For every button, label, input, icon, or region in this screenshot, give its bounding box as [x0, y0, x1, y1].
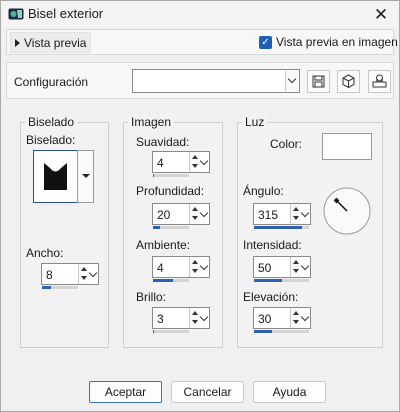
window-title: Bisel exterior — [28, 6, 104, 21]
brillo-stepper[interactable] — [189, 308, 199, 328]
preview-bar: Vista previa ✓ Vista previa en imagen — [6, 29, 398, 55]
bevel-shape-icon — [44, 163, 67, 190]
elevacion-spinner[interactable]: 30 — [253, 307, 311, 329]
imagen-group-label: Imagen — [128, 115, 175, 129]
biselado-group: Biselado Biselado: Ancho: 8 — [20, 115, 109, 348]
elevacion-label: Elevación: — [243, 290, 299, 304]
suavidad-slider[interactable] — [153, 174, 189, 177]
ambiente-value: 4 — [157, 261, 164, 275]
preview-toggle-label: Vista previa — [24, 36, 87, 50]
ancho-value: 8 — [46, 268, 53, 282]
cancel-button[interactable]: Cancelar — [171, 381, 244, 403]
angulo-value: 315 — [258, 208, 279, 222]
brillo-slider[interactable] — [153, 330, 189, 333]
luz-group: Luz Color: Ángulo: 315 Intensidad: 50 El… — [237, 115, 383, 348]
ancho-spinner[interactable]: 8 — [41, 263, 99, 285]
brillo-label: Brillo: — [136, 290, 167, 304]
preview-on-image-label: Vista previa en imagen — [276, 35, 398, 49]
suavidad-value: 4 — [157, 156, 164, 170]
save-preset-button[interactable] — [307, 70, 330, 93]
angulo-slider[interactable] — [254, 226, 309, 229]
ancho-label: Ancho: — [26, 246, 64, 260]
ambiente-slider[interactable] — [153, 279, 189, 282]
elevacion-value: 30 — [258, 312, 272, 326]
elevacion-slider[interactable] — [254, 330, 309, 333]
profundidad-slider-fill — [153, 226, 161, 229]
chevron-down-icon[interactable] — [199, 204, 209, 224]
angulo-spinner[interactable]: 315 — [253, 203, 311, 225]
angulo-slider-fill — [254, 226, 303, 229]
app-icon — [8, 8, 24, 20]
imagen-group: Imagen Suavidad: 4 Profundidad: 20 Ambie… — [123, 115, 223, 348]
dialog-window: Bisel exterior ✕ Vista previa ✓ Vista pr… — [0, 0, 400, 412]
brillo-spinner[interactable]: 3 — [152, 307, 210, 329]
profundidad-value: 20 — [157, 208, 171, 222]
randomize-icon — [372, 74, 387, 88]
expand-arrow-icon — [15, 39, 20, 47]
close-icon[interactable]: ✕ — [370, 5, 392, 25]
intensidad-spinner[interactable]: 50 — [253, 256, 311, 278]
randomize-button[interactable] — [368, 70, 391, 93]
reset-preset-button[interactable] — [337, 70, 360, 93]
ambiente-label: Ambiente: — [136, 238, 191, 252]
suavidad-spinner[interactable]: 4 — [152, 151, 210, 173]
ancho-stepper[interactable] — [78, 264, 88, 284]
biselado-shape-label: Biselado: — [26, 133, 76, 147]
accept-button[interactable]: Aceptar — [89, 381, 162, 403]
intensidad-slider[interactable] — [254, 279, 309, 282]
angulo-stepper[interactable] — [290, 204, 300, 224]
save-icon — [312, 75, 325, 88]
brillo-slider-fill — [153, 330, 155, 333]
angle-dial[interactable] — [322, 186, 372, 236]
bevel-shape-preview[interactable] — [33, 150, 78, 203]
chevron-down-icon[interactable] — [300, 204, 310, 224]
luz-group-label: Luz — [242, 115, 268, 129]
configuration-bar: Configuración — [6, 62, 394, 99]
elevacion-slider-fill — [254, 330, 273, 333]
light-color-swatch[interactable] — [322, 133, 372, 160]
ambiente-stepper[interactable] — [189, 257, 199, 277]
configuration-label: Configuración — [14, 75, 89, 89]
chevron-down-icon[interactable] — [199, 152, 209, 172]
ambiente-spinner[interactable]: 4 — [152, 256, 210, 278]
title-bar: Bisel exterior ✕ — [1, 1, 399, 29]
preview-on-image-checkbox[interactable]: ✓ — [259, 36, 272, 49]
chevron-down-icon[interactable] — [300, 257, 310, 277]
chevron-down-icon[interactable] — [199, 308, 209, 328]
color-label: Color: — [270, 137, 303, 151]
intensidad-slider-fill — [254, 279, 282, 282]
profundidad-label: Profundidad: — [136, 184, 205, 198]
intensidad-stepper[interactable] — [290, 257, 300, 277]
suavidad-label: Suavidad: — [136, 135, 190, 149]
intensidad-label: Intensidad: — [243, 238, 302, 252]
preview-toggle-button[interactable]: Vista previa — [10, 32, 92, 53]
configuration-select[interactable] — [132, 69, 300, 93]
chevron-down-icon[interactable] — [285, 71, 298, 91]
brillo-value: 3 — [157, 312, 164, 326]
profundidad-spinner[interactable]: 20 — [152, 203, 210, 225]
ambiente-slider-fill — [153, 279, 173, 282]
dropdown-arrow-icon — [82, 174, 90, 178]
suavidad-stepper[interactable] — [189, 152, 199, 172]
chevron-down-icon[interactable] — [199, 257, 209, 277]
ancho-slider[interactable] — [42, 286, 78, 289]
biselado-group-label: Biselado — [25, 115, 78, 129]
chevron-down-icon[interactable] — [88, 264, 98, 284]
chevron-down-icon[interactable] — [300, 308, 310, 328]
profundidad-slider[interactable] — [153, 226, 189, 229]
cube-icon — [342, 74, 355, 89]
bevel-shape-dropdown[interactable] — [77, 150, 94, 203]
ancho-slider-fill — [42, 286, 51, 289]
intensidad-value: 50 — [258, 261, 272, 275]
elevacion-stepper[interactable] — [290, 308, 300, 328]
profundidad-stepper[interactable] — [189, 204, 199, 224]
suavidad-slider-fill — [153, 174, 155, 177]
help-button[interactable]: Ayuda — [253, 381, 326, 403]
angulo-label: Ángulo: — [243, 184, 284, 198]
